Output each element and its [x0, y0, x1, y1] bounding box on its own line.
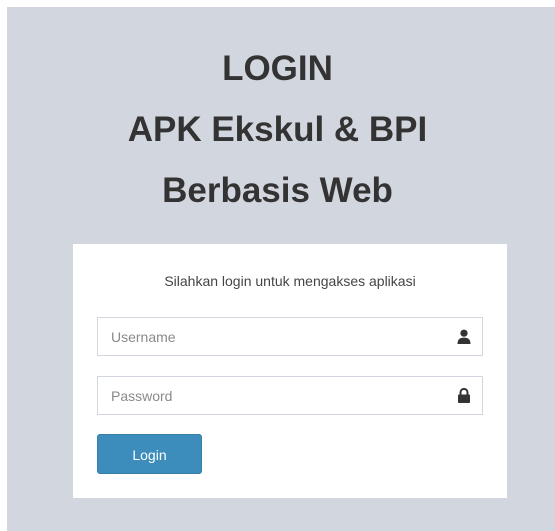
page-title: LOGIN APK Ekskul & BPI Berbasis Web — [0, 38, 555, 221]
title-line-login: LOGIN — [222, 49, 333, 88]
title-line-app-name: APK Ekskul & BPI — [127, 110, 428, 149]
user-icon — [457, 329, 471, 344]
login-button[interactable]: Login — [97, 434, 202, 474]
title-line-subtitle: Berbasis Web — [162, 171, 393, 210]
username-input[interactable] — [98, 318, 438, 355]
password-field — [97, 376, 483, 415]
login-message: Silahkan login untuk mengakses aplikasi — [164, 273, 416, 289]
password-input[interactable] — [98, 377, 438, 414]
username-field — [97, 317, 483, 356]
login-box: Silahkan login untuk mengakses aplikasi … — [73, 244, 507, 498]
lock-icon — [457, 387, 471, 403]
